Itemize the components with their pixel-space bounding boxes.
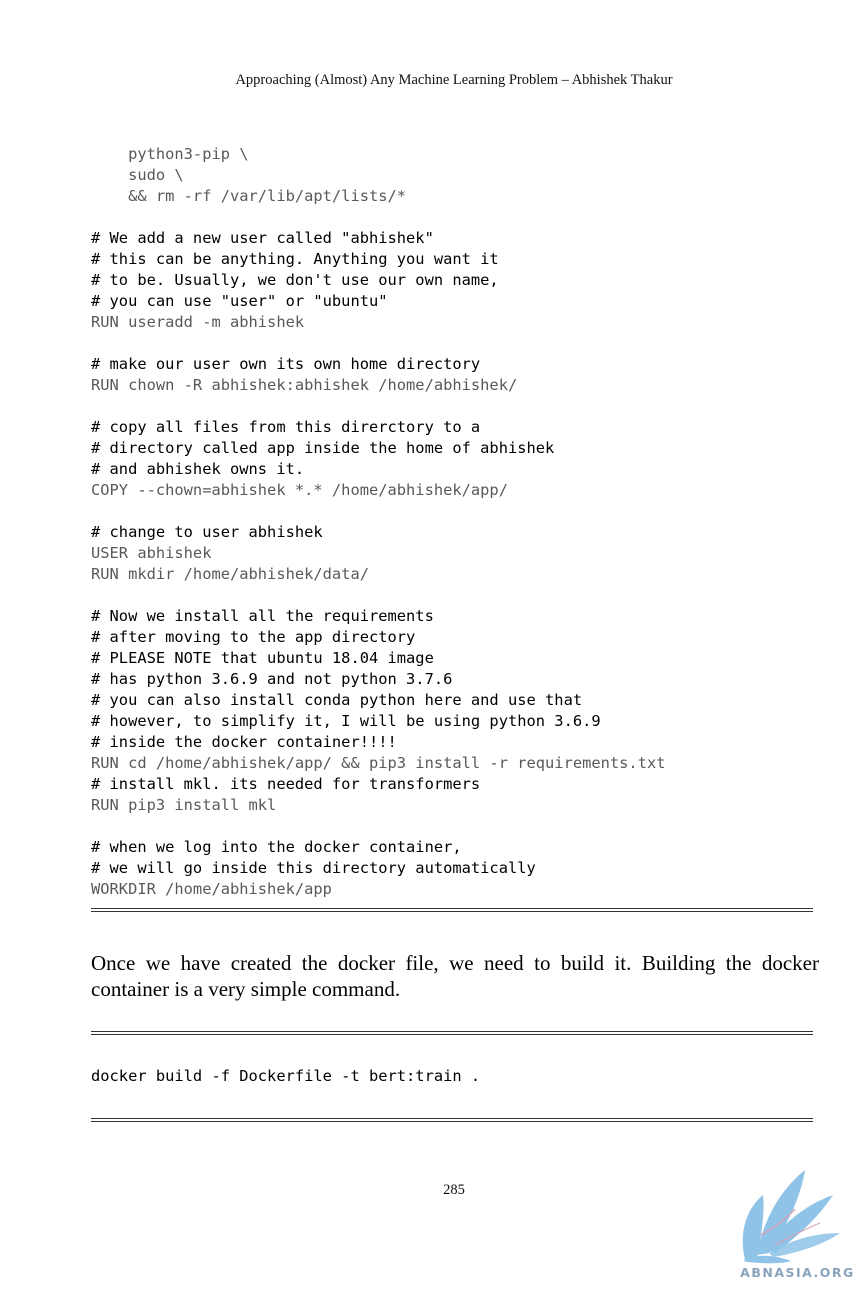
code-line: # has python 3.6.9 and not python 3.7.6 (91, 670, 453, 688)
code-line: RUN cd /home/abhishek/app/ && pip3 insta… (91, 754, 666, 772)
code-line: # we will go inside this directory autom… (91, 859, 536, 877)
watermark-text: ABNASIA.ORG (740, 1265, 855, 1280)
document-page: Approaching (Almost) Any Machine Learnin… (0, 0, 865, 1297)
body-paragraph: Once we have created the docker file, we… (91, 951, 819, 1001)
code-line: RUN useradd -m abhishek (91, 313, 305, 331)
code-line: # when we log into the docker container, (91, 838, 462, 856)
code-line: # you can also install conda python here… (91, 691, 583, 709)
code-line: # Now we install all the requirements (91, 607, 434, 625)
running-header: Approaching (Almost) Any Machine Learnin… (235, 72, 673, 88)
code-divider-top (91, 908, 813, 912)
docker-build-command-block: docker build -f Dockerfile -t bert:train… (91, 1066, 480, 1087)
code-line: # copy all files from this direrctory to… (91, 418, 481, 436)
code-line: # however, to simplify it, I will be usi… (91, 712, 601, 730)
dockerfile-code-block: python3-pip \ sudo \ && rm -rf /var/lib/… (91, 144, 666, 900)
code-line: USER abhishek (91, 544, 212, 562)
code-line: WORKDIR /home/abhishek/app (91, 880, 332, 898)
code-line: sudo \ (91, 166, 184, 184)
code-line: # PLEASE NOTE that ubuntu 18.04 image (91, 649, 434, 667)
code-line: # you can use "user" or "ubuntu" (91, 292, 388, 310)
bird-logo-icon (742, 1170, 840, 1264)
code-line: # install mkl. its needed for transforme… (91, 775, 481, 793)
code-line: # and abhishek owns it. (91, 460, 305, 478)
code-line: # make our user own its own home directo… (91, 355, 481, 373)
code-line: # this can be anything. Anything you wan… (91, 250, 499, 268)
code-line: # change to user abhishek (91, 523, 323, 541)
abnasia-watermark: ABNASIA.ORG (735, 1165, 860, 1293)
code-line: COPY --chown=abhishek *.* /home/abhishek… (91, 481, 508, 499)
code-line: # directory called app inside the home o… (91, 439, 555, 457)
code-line: RUN pip3 install mkl (91, 796, 277, 814)
code-line: python3-pip \ (91, 145, 249, 163)
code-line: docker build -f Dockerfile -t bert:train… (91, 1067, 481, 1085)
code-line: # after moving to the app directory (91, 628, 416, 646)
code-line: # inside the docker container!!!! (91, 733, 397, 751)
code-line: && rm -rf /var/lib/apt/lists/* (91, 187, 407, 205)
code-line: RUN chown -R abhishek:abhishek /home/abh… (91, 376, 518, 394)
code-divider-after-command (91, 1118, 813, 1122)
code-divider-before-command (91, 1031, 813, 1035)
code-line: # We add a new user called "abhishek" (91, 229, 434, 247)
code-line: RUN mkdir /home/abhishek/data/ (91, 565, 369, 583)
code-line: # to be. Usually, we don't use our own n… (91, 271, 499, 289)
